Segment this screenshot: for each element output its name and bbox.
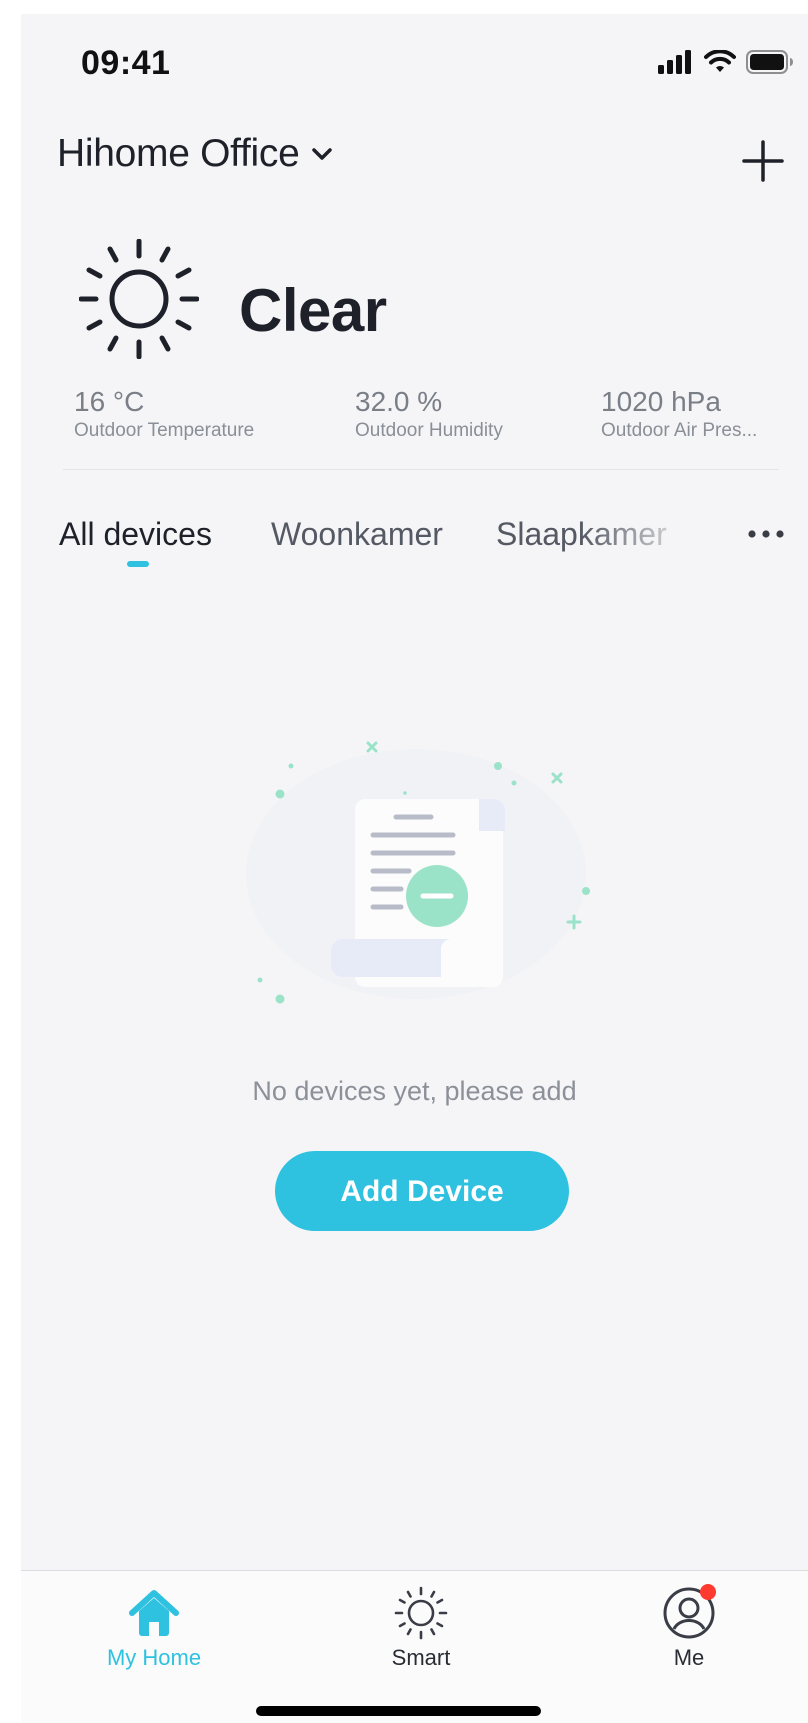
outdoor-humidity: 32.0 % Outdoor Humidity [355,386,503,442]
bottom-nav: My Home Smart Me [21,1570,808,1723]
signal-icon [658,50,691,74]
home-indicator[interactable] [256,1706,541,1716]
active-tab-indicator [127,561,149,567]
nav-smart[interactable]: Smart [331,1571,511,1671]
nav-me[interactable]: Me [599,1571,779,1671]
home-name: Hihome Office [57,132,300,175]
wifi-icon [704,50,736,72]
outdoor-temperature: 16 °C Outdoor Temperature [74,386,254,442]
room-tabs: All devices Woonkamer Slaapkamer [59,516,808,576]
nav-label: Me [673,1645,705,1670]
divider [63,469,779,470]
nav-my-home[interactable]: My Home [64,1571,244,1671]
notification-badge [700,1584,716,1600]
tab-woonkamer[interactable]: Woonkamer [271,516,443,553]
add-device-button[interactable]: Add Device [275,1151,569,1231]
home-icon [129,1590,179,1636]
chevron-down-icon [312,148,333,160]
sun-icon [79,239,199,359]
empty-state-message: No devices yet, please add [252,1076,577,1106]
nav-label: My Home [106,1645,202,1670]
metric-value: 16 °C [74,386,145,417]
battery-icon [746,50,793,74]
tab-all-devices[interactable]: All devices [59,516,212,553]
sun-icon [394,1586,448,1640]
more-icon[interactable] [746,522,786,546]
tab-slaapkamer[interactable]: Slaapkamer [496,516,667,553]
home-selector[interactable]: Hihome Office [57,132,333,176]
user-icon [663,1584,716,1639]
status-icons [658,50,794,74]
metric-value: 32.0 % [355,386,443,417]
metric-label: Outdoor Air Pres... [601,420,758,441]
weather-condition: Clear [239,277,387,344]
empty-devices-illustration [246,741,590,1004]
outdoor-air-pressure: 1020 hPa Outdoor Air Pres... [601,386,757,442]
status-time: 09:41 [81,44,171,82]
nav-label: Smart [391,1645,451,1670]
metric-value: 1020 hPa [601,386,721,417]
app-screen: 09:41 Hihome Office Clear 16 °C Outdoor … [21,14,808,1723]
metric-label: Outdoor Temperature [74,420,255,441]
add-icon[interactable] [740,138,786,184]
metric-label: Outdoor Humidity [355,420,503,441]
